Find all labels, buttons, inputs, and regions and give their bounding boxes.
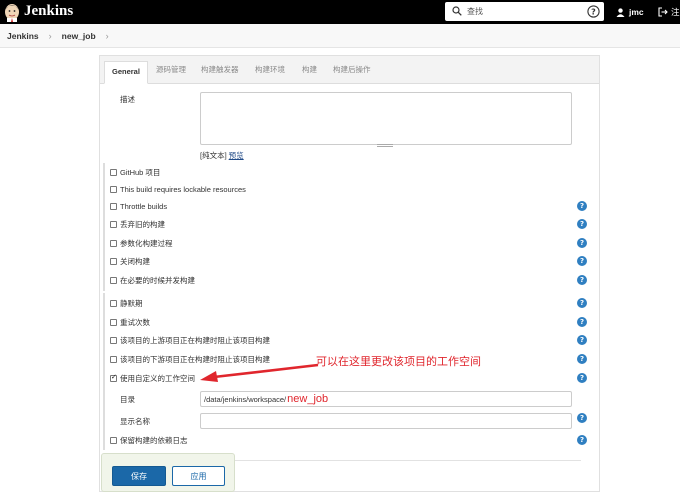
option-custom-workspace[interactable]: 使用自定义的工作空间 — [110, 373, 195, 384]
tab-build-env[interactable]: 构建环境 — [255, 62, 285, 84]
option-label: 参数化构建过程 — [120, 238, 173, 248]
option-discard-old-builds[interactable]: 丢弃旧的构建 — [110, 219, 165, 230]
dir-value-prefix: /data/jenkins/workspace/ — [204, 394, 287, 404]
display-name-label: 显示名称 — [120, 417, 150, 426]
resize-grip[interactable] — [377, 144, 393, 147]
option-block-upstream[interactable]: 该项目的上游项目正在构建时阻止该项目构建 — [110, 335, 270, 346]
tab-bar: General 源码管理 构建触发器 构建环境 构建 构建后操作 — [100, 56, 599, 84]
option-label: 在必要的时候并发构建 — [120, 275, 195, 285]
help-icon[interactable]: ? — [577, 219, 587, 229]
checkbox[interactable] — [110, 437, 117, 444]
chevron-right-icon[interactable]: › — [106, 31, 109, 41]
user-menu[interactable]: jmc — [616, 5, 644, 19]
plain-text-hint: [纯文本] — [200, 151, 227, 160]
description-textarea[interactable] — [200, 92, 572, 145]
option-disable-build[interactable]: 关闭构建 — [110, 256, 150, 267]
top-header: Jenkins ? jmc 注 — [0, 0, 680, 24]
option-label: 该项目的上游项目正在构建时阻止该项目构建 — [120, 335, 270, 345]
help-icon[interactable]: ? — [577, 298, 587, 308]
help-icon[interactable]: ? — [577, 238, 587, 248]
option-throttle-builds[interactable]: Throttle builds — [110, 201, 167, 212]
description-hint: [纯文本] 预览 — [200, 150, 244, 161]
checkbox[interactable] — [110, 240, 117, 247]
breadcrumb-new-job[interactable]: new_job — [62, 31, 96, 41]
checkbox[interactable] — [110, 337, 117, 344]
help-icon[interactable]: ? — [577, 275, 587, 285]
tab-post-build[interactable]: 构建后操作 — [333, 62, 371, 84]
help-icon[interactable]: ? — [577, 413, 587, 423]
option-label: 关闭构建 — [120, 256, 150, 266]
help-icon[interactable]: ? — [577, 256, 587, 266]
help-icon[interactable]: ? — [577, 373, 587, 383]
chevron-right-icon[interactable]: › — [49, 31, 52, 41]
help-icon[interactable]: ? — [577, 435, 587, 445]
checkbox[interactable] — [110, 169, 117, 176]
logout-link[interactable]: 注 — [658, 5, 680, 19]
checkbox[interactable] — [110, 319, 117, 326]
annotation-text: 可以在这里更改该项目的工作空间 — [316, 356, 481, 368]
checkbox-checked[interactable] — [110, 373, 117, 382]
tab-triggers[interactable]: 构建触发器 — [201, 62, 239, 84]
jenkins-logo-icon[interactable] — [3, 2, 21, 22]
brand-title[interactable]: Jenkins — [24, 2, 73, 20]
section-bar — [103, 163, 105, 291]
save-button[interactable]: 保存 — [112, 466, 166, 486]
option-label: 重试次数 — [120, 317, 150, 327]
tab-general[interactable]: General — [104, 61, 148, 84]
option-parameterized[interactable]: 参数化构建过程 — [110, 238, 173, 249]
tab-build[interactable]: 构建 — [302, 62, 317, 84]
checkbox[interactable] — [110, 258, 117, 265]
option-quiet-period[interactable]: 静默期 — [110, 298, 143, 309]
search-box[interactable]: ? — [445, 2, 604, 21]
option-retry-count[interactable]: 重试次数 — [110, 317, 150, 328]
option-label: This build requires lockable resources — [120, 184, 246, 194]
help-icon[interactable]: ? — [577, 317, 587, 327]
help-icon[interactable]: ? — [577, 354, 587, 364]
checkbox[interactable] — [110, 300, 117, 307]
search-icon — [452, 6, 462, 16]
option-label: 使用自定义的工作空间 — [120, 373, 195, 383]
logout-label: 注 — [671, 7, 680, 17]
tab-scm[interactable]: 源码管理 — [156, 62, 186, 84]
help-icon[interactable]: ? — [587, 5, 600, 18]
option-label: 丢弃旧的构建 — [120, 219, 165, 229]
apply-button[interactable]: 应用 — [172, 466, 225, 486]
checkbox[interactable] — [110, 277, 117, 284]
search-input[interactable] — [467, 4, 577, 19]
help-icon[interactable]: ? — [577, 335, 587, 345]
annotation-arrow-icon — [200, 363, 319, 382]
user-icon — [616, 7, 625, 17]
section-bar — [103, 293, 105, 450]
checkbox[interactable] — [110, 356, 117, 363]
dir-value-suffix: new_job — [287, 393, 329, 405]
option-lockable-resources[interactable]: This build requires lockable resources — [110, 184, 246, 195]
option-keep-dependencies[interactable]: 保留构建的依赖日志 — [110, 435, 188, 446]
option-label: GitHub 项目 — [120, 167, 161, 177]
checkbox[interactable] — [110, 203, 117, 210]
preview-link[interactable]: 预览 — [229, 151, 244, 160]
checkbox[interactable] — [110, 221, 117, 228]
logout-icon — [658, 7, 668, 17]
svg-text:?: ? — [591, 7, 596, 16]
option-concurrent-builds[interactable]: 在必要的时候并发构建 — [110, 275, 195, 286]
option-label: 静默期 — [120, 298, 143, 308]
dir-label: 目录 — [120, 395, 135, 404]
help-icon[interactable]: ? — [577, 201, 587, 211]
option-github-project[interactable]: GitHub 项目 — [110, 167, 160, 178]
breadcrumb-jenkins[interactable]: Jenkins — [7, 31, 39, 41]
description-label: 描述 — [120, 95, 135, 104]
display-name-input[interactable] — [200, 413, 572, 429]
dir-input[interactable]: /data/jenkins/workspace/new_job — [200, 391, 572, 407]
option-label: 保留构建的依赖日志 — [120, 435, 188, 445]
breadcrumb: Jenkins › new_job › — [0, 24, 680, 48]
option-label: Throttle builds — [120, 201, 168, 211]
checkbox[interactable] — [110, 186, 117, 193]
user-name: jmc — [629, 7, 644, 17]
